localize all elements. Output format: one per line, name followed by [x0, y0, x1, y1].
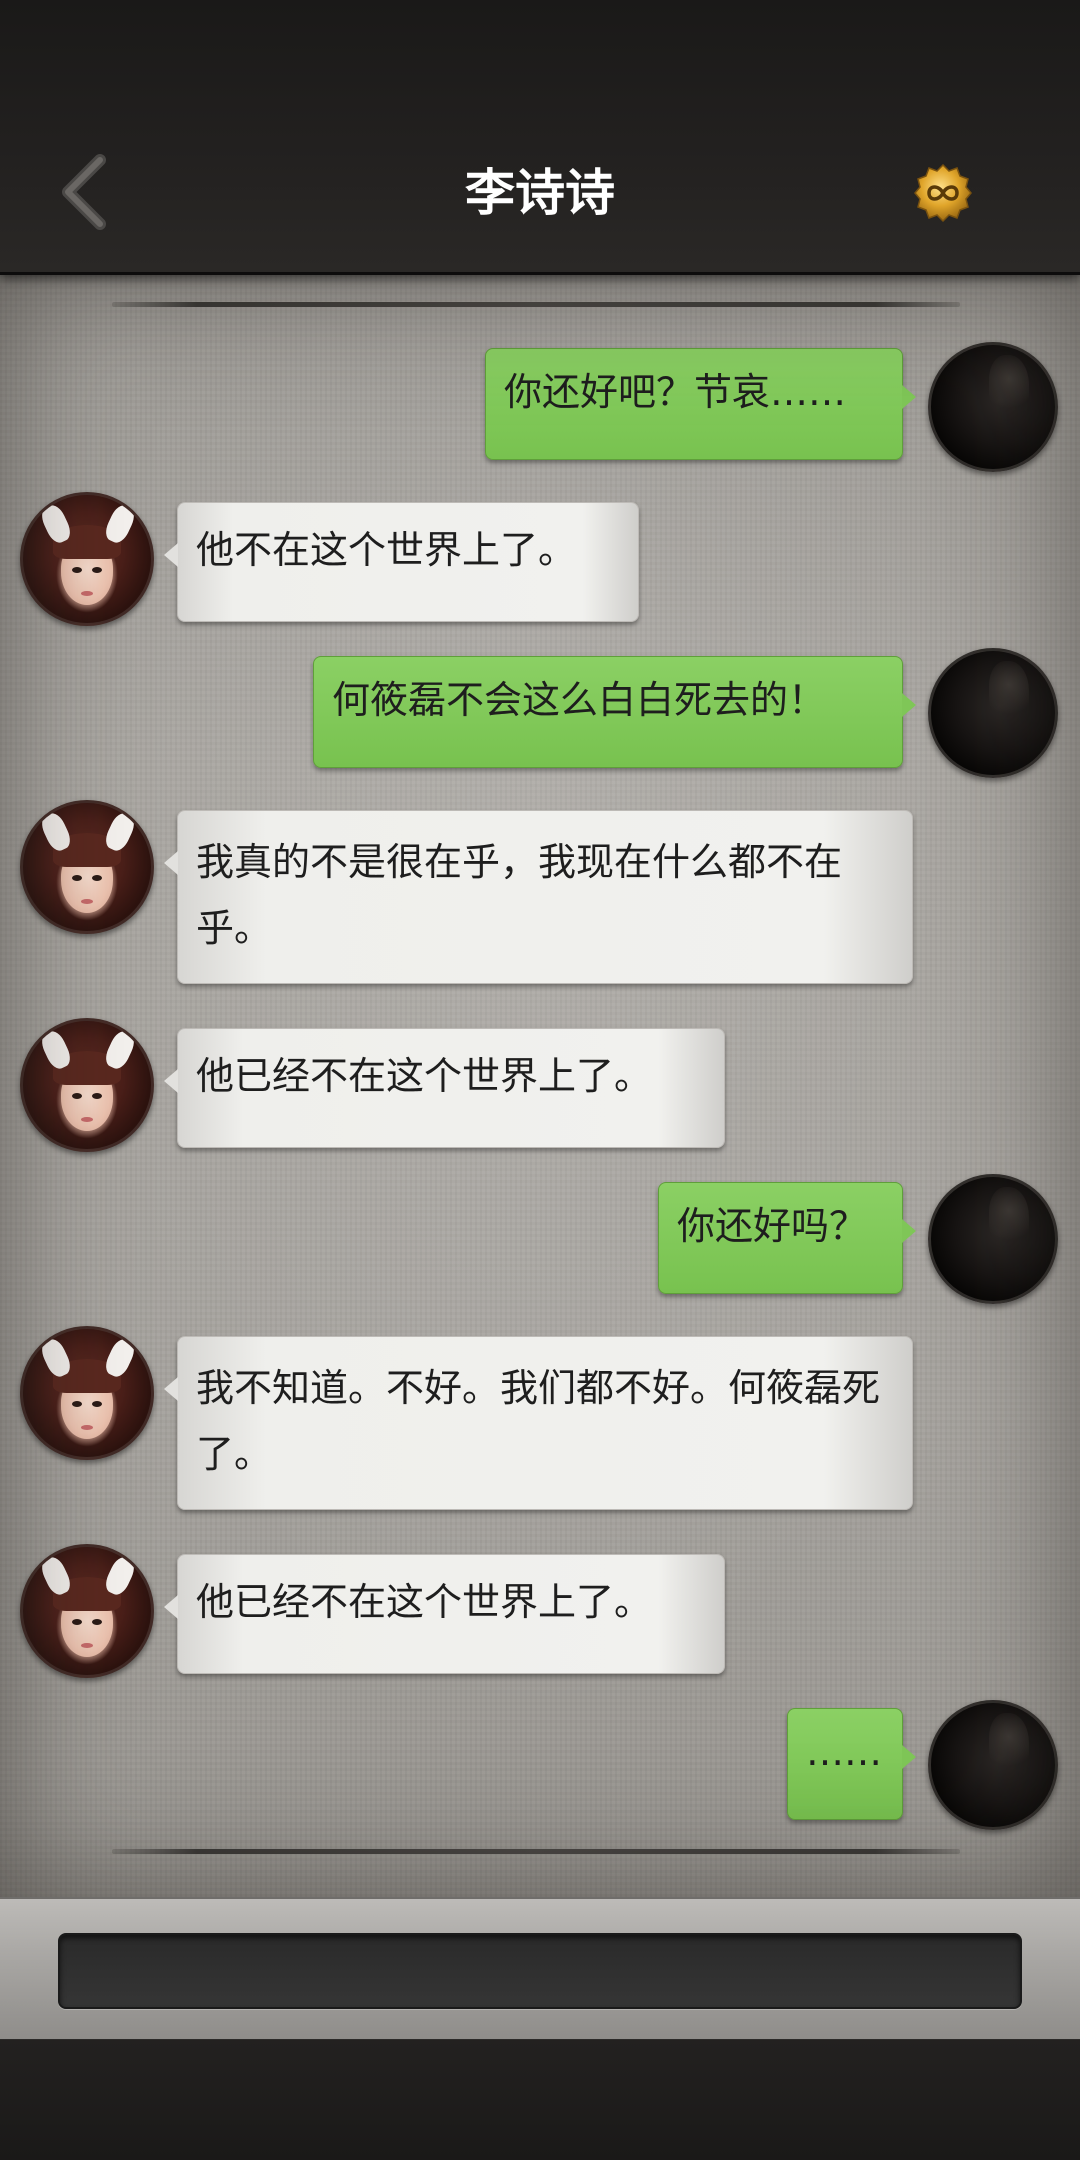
message-text: 你还好吧？节哀…… — [504, 370, 847, 414]
user-avatar[interactable] — [928, 648, 1058, 778]
bottom-bar — [0, 2040, 1080, 2160]
contact-avatar[interactable] — [20, 1326, 154, 1460]
contact-avatar[interactable] — [20, 800, 154, 934]
message-text: 何筱磊不会这么白白死去的！ — [332, 678, 827, 722]
message-text: …… — [806, 1730, 882, 1774]
message-text: 我真的不是很在乎，我现在什么都不在乎。 — [196, 840, 843, 950]
outgoing-message-bubble[interactable]: 你还好吧？节哀…… — [485, 348, 916, 460]
top-divider — [112, 302, 960, 307]
message-text: 我不知道。不好。我们都不好。何筱磊死了。 — [196, 1366, 881, 1476]
chevron-left-icon — [62, 154, 106, 230]
contact-avatar[interactable] — [20, 1018, 154, 1152]
message-text: 他不在这个世界上了。 — [196, 528, 577, 572]
outgoing-message-bubble[interactable]: 你还好吗？ — [658, 1182, 916, 1294]
message-text: 他已经不在这个世界上了。 — [196, 1580, 653, 1624]
incoming-message-bubble[interactable]: 他已经不在这个世界上了。 — [164, 1554, 725, 1674]
bottom-divider — [112, 1849, 960, 1854]
chat-header: 李诗诗 — [0, 0, 1080, 275]
back-button[interactable] — [50, 150, 120, 234]
page-title: 李诗诗 — [465, 163, 615, 222]
message-text: 你还好吗？ — [677, 1204, 868, 1248]
incoming-message-bubble[interactable]: 我不知道。不好。我们都不好。何筱磊死了。 — [164, 1336, 913, 1510]
user-avatar[interactable] — [928, 1174, 1058, 1304]
outgoing-message-bubble[interactable]: 何筱磊不会这么白白死去的！ — [313, 656, 916, 768]
input-bar — [0, 1897, 1080, 2042]
infinity-badge-button[interactable] — [913, 163, 973, 223]
incoming-message-bubble[interactable]: 他已经不在这个世界上了。 — [164, 1028, 725, 1148]
user-avatar[interactable] — [928, 342, 1058, 472]
message-input[interactable] — [58, 1933, 1022, 2009]
chat-messages-area[interactable]: 你还好吧？节哀…… 他不在这个世界上了。 何筱磊不会这么白白死去的！ 我真的不是… — [0, 272, 1080, 1897]
user-avatar[interactable] — [928, 1700, 1058, 1830]
outgoing-message-bubble[interactable]: …… — [787, 1708, 916, 1820]
message-text: 他已经不在这个世界上了。 — [196, 1054, 653, 1098]
infinity-badge-icon — [914, 163, 972, 223]
contact-avatar[interactable] — [20, 492, 154, 626]
incoming-message-bubble[interactable]: 他不在这个世界上了。 — [164, 502, 639, 622]
incoming-message-bubble[interactable]: 我真的不是很在乎，我现在什么都不在乎。 — [164, 810, 913, 984]
contact-avatar[interactable] — [20, 1544, 154, 1678]
